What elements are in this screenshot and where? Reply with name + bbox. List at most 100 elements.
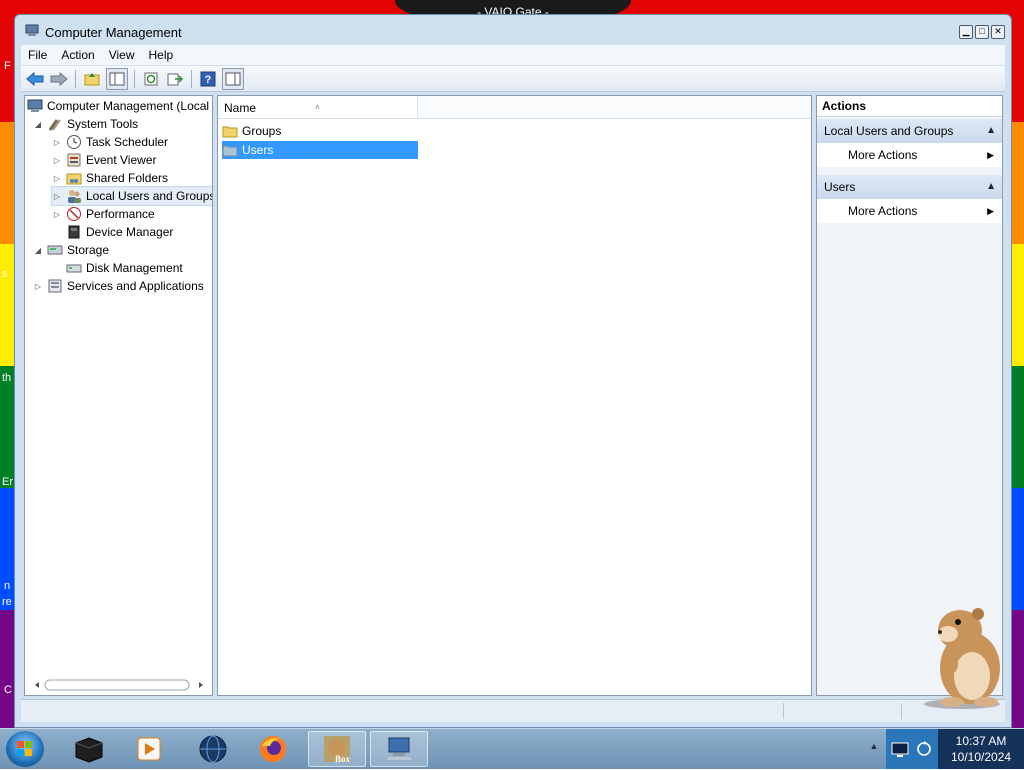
disk-icon <box>66 260 82 276</box>
sync-icon[interactable] <box>914 739 934 759</box>
tree-item-services-and-applications[interactable]: ▷ Services and Applications <box>33 277 204 295</box>
desktop-edge-text: Er <box>2 476 13 488</box>
taskbar-app-explorer[interactable] <box>60 731 118 767</box>
menu-help[interactable]: Help <box>142 45 181 65</box>
tree-item-label: Event Viewer <box>86 153 157 167</box>
collapse-triangle-icon[interactable]: ◢ <box>33 119 43 129</box>
start-button[interactable] <box>6 731 44 767</box>
title-bar[interactable]: Computer Management ▁ □ ✕ <box>15 15 1011 45</box>
name-column-header[interactable]: Name ˄ <box>218 96 418 118</box>
clock-time: 10:37 AM <box>955 734 1007 748</box>
actions-section-title: Users <box>824 180 856 194</box>
menu-view[interactable]: View <box>102 45 142 65</box>
tree-item-label: Performance <box>86 207 155 221</box>
console-tree[interactable]: Computer Management (Local ◢ System Tool… <box>24 95 213 696</box>
tree-item-label: Local Users and Groups <box>86 189 213 203</box>
users-icon <box>66 188 82 204</box>
details-list[interactable]: Name ˄ Groups Users <box>217 95 812 696</box>
desktop-edge-text: th <box>2 372 12 384</box>
menu-file[interactable]: File <box>21 45 54 65</box>
device-manager-icon <box>66 224 82 240</box>
tree-item-system-tools[interactable]: ◢ System Tools <box>33 115 138 133</box>
svg-text:?: ? <box>205 74 212 86</box>
desktop-edge-text: C <box>4 684 12 696</box>
services-icon <box>47 278 63 294</box>
show-hidden-icons-button[interactable]: ▲ <box>864 741 884 757</box>
computer-management-window[interactable]: Computer Management ▁ □ ✕ File Action Vi… <box>14 14 1012 728</box>
hamster-mascot-image <box>924 608 1000 709</box>
expand-triangle-icon[interactable]: ▷ <box>52 209 62 219</box>
submenu-arrow-icon: ▶ <box>987 150 994 160</box>
tree-item-label: System Tools <box>67 117 139 131</box>
actions-section-users[interactable]: Users ▲ <box>817 175 1002 199</box>
name-column-label: Name <box>224 101 257 115</box>
help-button[interactable]: ? <box>198 69 218 89</box>
tree-item-shared-folders[interactable]: ▷ Shared Folders <box>52 169 168 187</box>
sort-ascending-icon: ˄ <box>315 103 320 112</box>
actions-section-local-users-and-groups[interactable]: Local Users and Groups ▲ <box>817 119 1002 143</box>
box-label: Box <box>335 754 351 764</box>
clock-icon <box>66 134 82 150</box>
status-divider <box>783 703 784 719</box>
folder-up-icon <box>84 72 100 85</box>
expand-triangle-icon[interactable]: ▷ <box>33 281 43 291</box>
windows-logo-icon <box>17 741 32 756</box>
taskbar-app-computer-management[interactable] <box>370 731 428 767</box>
expand-triangle-icon[interactable]: ▷ <box>52 191 62 201</box>
show-hide-action-pane-button[interactable] <box>222 67 244 90</box>
toolbar-separator <box>134 69 135 88</box>
tree-item-performance[interactable]: ▷ Performance <box>52 205 155 223</box>
computer-management-icon <box>27 98 43 114</box>
tree-item-event-viewer[interactable]: ▷ Event Viewer <box>52 151 157 169</box>
list-item-users[interactable]: Users <box>222 141 418 159</box>
toolbar: ? <box>21 66 1005 92</box>
shared-folder-icon <box>66 170 82 186</box>
desktop-edge-text: F <box>4 60 11 72</box>
computer-management-icon <box>387 737 411 760</box>
expand-triangle-icon[interactable]: ▷ <box>52 137 62 147</box>
network-icon[interactable] <box>890 739 910 759</box>
show-hide-tree-button[interactable] <box>106 67 128 90</box>
console-tree-icon <box>109 72 125 85</box>
close-button[interactable]: ✕ <box>991 25 1005 39</box>
empty-column-header <box>418 96 811 118</box>
refresh-button[interactable] <box>141 69 161 89</box>
toolbar-separator <box>191 69 192 88</box>
forward-arrow-icon <box>50 71 68 86</box>
action-pane-icon <box>225 72 241 85</box>
maximize-button[interactable]: □ <box>975 25 989 39</box>
taskbar-app-firefox[interactable] <box>244 731 302 767</box>
more-actions-button[interactable]: More Actions ▶ <box>817 143 1002 167</box>
submenu-arrow-icon: ▶ <box>987 206 994 216</box>
taskbar-app-box[interactable]: Box <box>308 731 366 767</box>
tree-item-root[interactable]: Computer Management (Local <box>27 97 209 115</box>
expand-triangle-icon[interactable]: ▷ <box>52 155 62 165</box>
taskbar: Box ▲ 10:37 AM 10/10/2024 <box>0 728 1024 769</box>
export-list-button[interactable] <box>165 69 185 89</box>
clock[interactable]: 10:37 AM 10/10/2024 <box>938 729 1024 769</box>
collapse-triangle-icon[interactable]: ◢ <box>33 245 43 255</box>
tree-item-disk-management[interactable]: Disk Management <box>66 259 183 277</box>
tree-item-device-manager[interactable]: Device Manager <box>66 223 173 241</box>
refresh-icon <box>144 72 158 85</box>
tree-item-task-scheduler[interactable]: ▷ Task Scheduler <box>52 133 168 151</box>
list-item-groups[interactable]: Groups <box>222 122 418 140</box>
minimize-button[interactable]: ▁ <box>959 25 973 39</box>
tree-horizontal-scrollbar[interactable] <box>31 679 207 691</box>
taskbar-app-media-player[interactable] <box>120 731 178 767</box>
collapse-up-icon[interactable]: ▲ <box>986 175 996 199</box>
up-level-button[interactable] <box>82 69 102 89</box>
tree-item-label: Device Manager <box>86 225 174 239</box>
forward-button[interactable] <box>49 69 69 89</box>
tree-item-local-users-and-groups[interactable]: ▷ Local Users and Groups <box>50 186 213 206</box>
taskbar-app-globe[interactable] <box>184 731 242 767</box>
collapse-up-icon[interactable]: ▲ <box>986 119 996 143</box>
more-actions-button[interactable]: More Actions ▶ <box>817 199 1002 223</box>
back-button[interactable] <box>25 69 45 89</box>
tree-item-storage[interactable]: ◢ Storage <box>33 241 109 259</box>
folder-icon <box>222 123 238 139</box>
expand-triangle-icon[interactable]: ▷ <box>52 173 62 183</box>
actions-spacer <box>817 167 1002 173</box>
tools-icon <box>47 116 63 132</box>
menu-action[interactable]: Action <box>54 45 101 65</box>
